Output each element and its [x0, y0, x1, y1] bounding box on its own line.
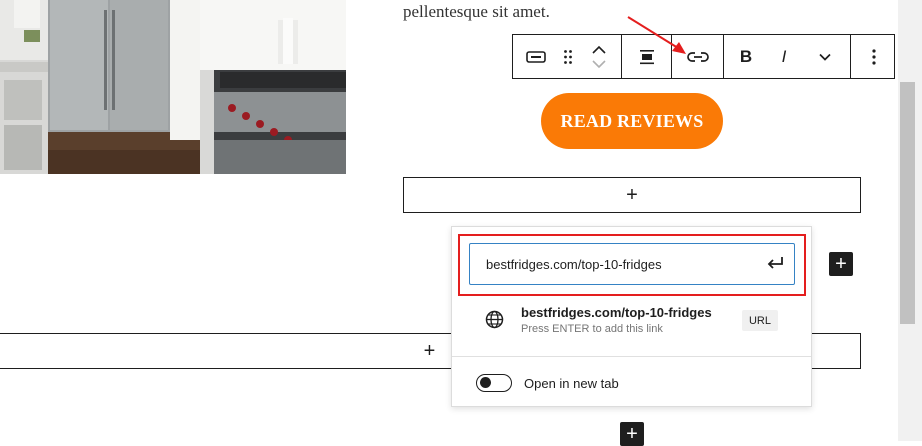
- suggestion-type-badge: URL: [742, 310, 778, 331]
- more-rich-text-chevron-icon[interactable]: [800, 35, 850, 78]
- new-tab-label: Open in new tab: [524, 376, 619, 391]
- block-appender[interactable]: +: [403, 177, 861, 213]
- inserter-plus-icon-bottom[interactable]: +: [620, 422, 644, 446]
- kitchen-image: [0, 0, 346, 174]
- move-up-icon[interactable]: [592, 45, 606, 54]
- highlight-box: [458, 234, 806, 296]
- block-toolbar: B I: [512, 34, 895, 79]
- toolbar-group-format: B I: [724, 35, 851, 78]
- toolbar-group-options: [851, 35, 897, 78]
- toggle-knob: [480, 377, 491, 388]
- globe-icon: [485, 310, 504, 329]
- options-kebab-icon[interactable]: [851, 35, 897, 78]
- new-tab-toggle[interactable]: [476, 374, 512, 392]
- plus-icon: +: [423, 339, 436, 362]
- mover-controls: [577, 35, 621, 78]
- toolbar-group-block: [513, 35, 622, 78]
- link-suggestion-title[interactable]: bestfridges.com/top-10-fridges: [521, 305, 712, 320]
- scrollbar-thumb[interactable]: [900, 82, 915, 324]
- drag-handle-icon[interactable]: [559, 35, 577, 78]
- paragraph-text: pellentesque sit amet.: [403, 2, 550, 21]
- read-reviews-button[interactable]: READ REVIEWS: [541, 93, 723, 149]
- italic-button[interactable]: I: [768, 35, 800, 78]
- button-block-icon[interactable]: [513, 35, 559, 78]
- inserter-plus-icon[interactable]: +: [829, 252, 853, 276]
- move-down-icon[interactable]: [592, 59, 606, 69]
- plus-icon: +: [626, 183, 638, 206]
- annotation-arrow-icon: [627, 16, 686, 54]
- bold-button[interactable]: B: [724, 35, 768, 78]
- popover-divider: [452, 356, 811, 357]
- link-suggestion-hint: Press ENTER to add this link: [521, 323, 663, 335]
